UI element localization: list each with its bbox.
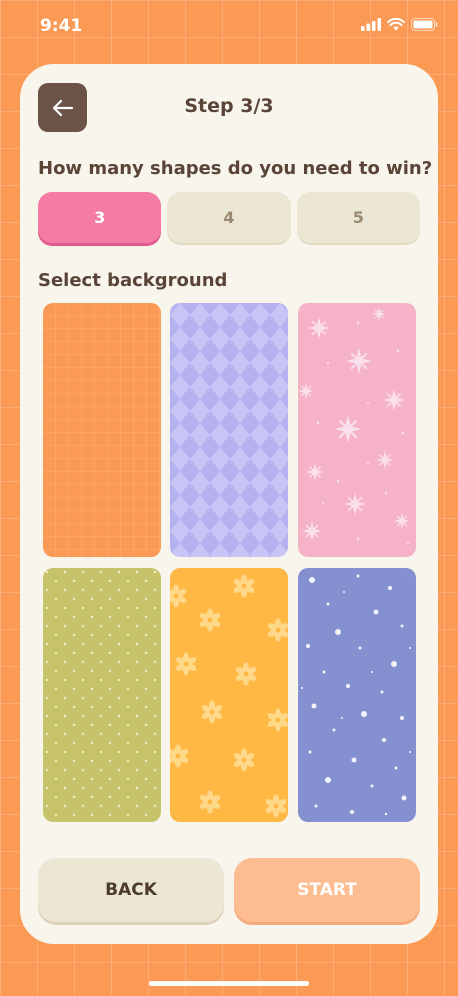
back-button[interactable]: BACK [38, 858, 224, 922]
status-time: 9:41 [40, 16, 83, 36]
background-section-label: Select background [38, 270, 228, 291]
background-option-grid[interactable] [43, 303, 161, 557]
status-icons [361, 18, 438, 31]
shape-count-options: 3 4 5 [38, 192, 420, 243]
start-button[interactable]: START [234, 858, 420, 922]
background-option-splatter[interactable] [298, 568, 416, 822]
option-4-button[interactable]: 4 [167, 192, 291, 243]
cellular-signal-icon [361, 18, 381, 31]
page-title: Step 3/3 [184, 95, 274, 117]
background-option-flowers[interactable] [170, 568, 288, 822]
battery-icon [411, 18, 438, 31]
win-shapes-question: How many shapes do you need to win? [38, 158, 433, 179]
wifi-icon [387, 18, 405, 31]
option-3-button[interactable]: 3 [38, 192, 162, 243]
setup-card: Step 3/3 How many shapes do you need to … [20, 64, 438, 944]
background-option-dots[interactable] [43, 568, 161, 822]
background-option-diamonds[interactable] [170, 303, 288, 557]
option-5-button[interactable]: 5 [296, 192, 420, 243]
status-bar: 9:41 [0, 0, 458, 56]
background-option-sparkles[interactable] [298, 303, 416, 557]
home-indicator [149, 981, 309, 986]
